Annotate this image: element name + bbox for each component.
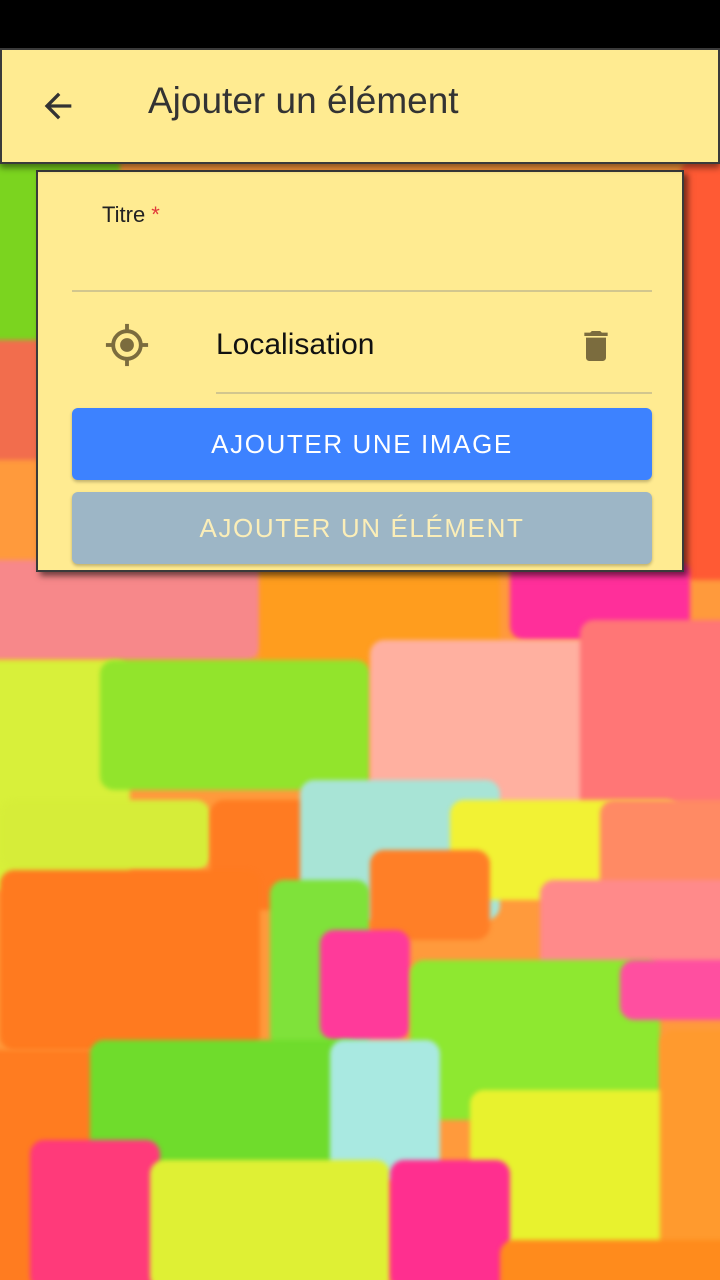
location-label[interactable]: Localisation	[216, 328, 374, 362]
arrow-back-icon	[44, 92, 72, 120]
trash-icon[interactable]	[576, 324, 616, 368]
gps-target-icon[interactable]	[104, 322, 150, 368]
location-field-underline	[216, 392, 652, 394]
page-title: Ajouter un élément	[148, 80, 459, 121]
title-field-label: Titre *	[102, 202, 160, 228]
title-field-underline	[72, 290, 652, 292]
add-item-button[interactable]: AJOUTER UN ÉLÉMENT	[72, 492, 652, 564]
title-input[interactable]	[72, 242, 656, 292]
title-label-text: Titre	[102, 202, 146, 227]
back-button[interactable]	[28, 76, 88, 136]
add-item-form: Titre * Localisation AJOUTER UNE IMAGE AJ…	[36, 170, 684, 572]
app-bar: Ajouter un élément	[0, 48, 720, 164]
required-asterisk: *	[151, 202, 160, 227]
add-image-button[interactable]: AJOUTER UNE IMAGE	[72, 408, 652, 480]
status-bar	[0, 0, 720, 48]
